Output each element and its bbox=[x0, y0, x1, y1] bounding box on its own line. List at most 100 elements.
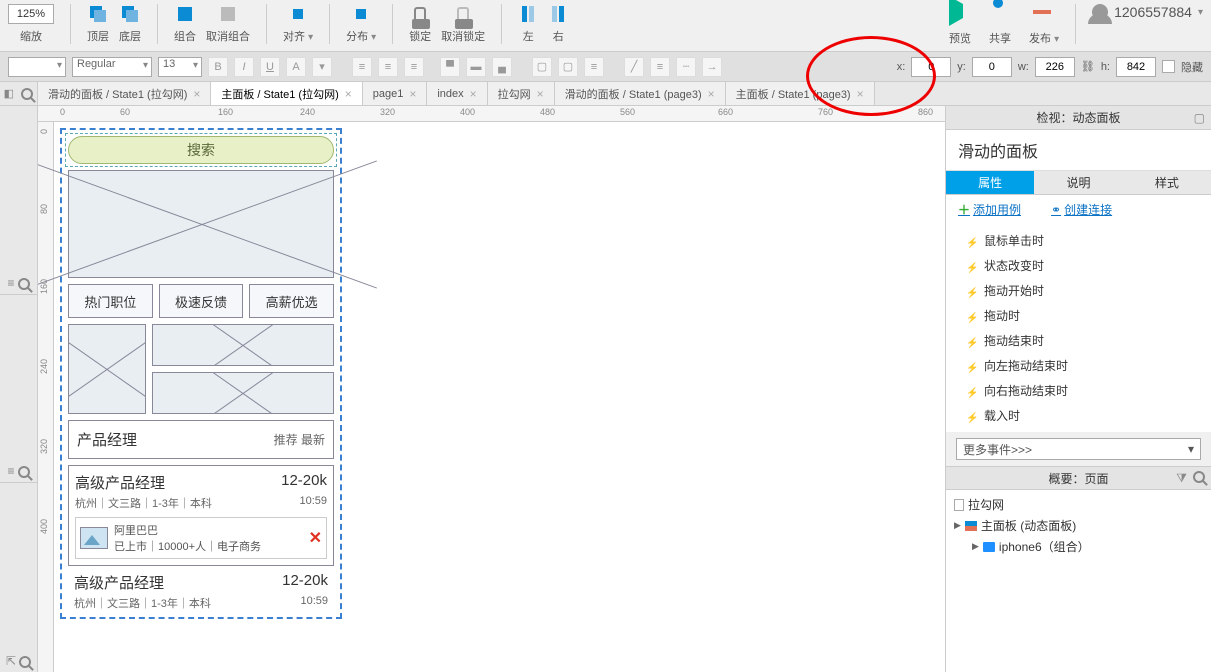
tab-3[interactable]: index× bbox=[427, 82, 487, 105]
tab-properties[interactable]: 属性 bbox=[946, 171, 1034, 195]
tab-4[interactable]: 拉勾网× bbox=[488, 82, 555, 105]
rail-toggle-icon[interactable]: ≡ bbox=[7, 276, 14, 290]
toggle-panel-icon[interactable]: ◧ bbox=[4, 87, 14, 100]
style-select[interactable] bbox=[8, 57, 66, 77]
close-icon[interactable]: × bbox=[708, 87, 715, 101]
unlock-icon[interactable] bbox=[453, 4, 473, 24]
line-w-button[interactable]: ≡ bbox=[650, 57, 670, 77]
italic-button[interactable]: I bbox=[234, 57, 254, 77]
tree-row[interactable]: 拉勾网 bbox=[954, 494, 1203, 515]
close-icon[interactable]: × bbox=[409, 87, 416, 101]
event-item[interactable]: 向左拖动结束时 bbox=[946, 353, 1211, 378]
image-placeholder[interactable] bbox=[68, 324, 146, 414]
y-input[interactable] bbox=[972, 57, 1012, 77]
section-header[interactable]: 产品经理 推荐 最新 bbox=[68, 420, 334, 459]
search-icon[interactable] bbox=[1193, 471, 1205, 483]
border-w-button[interactable]: ≡ bbox=[584, 57, 604, 77]
tree-row[interactable]: ▶主面板 (动态面板) bbox=[954, 515, 1203, 536]
arrow-button[interactable]: → bbox=[702, 57, 722, 77]
event-item[interactable]: 拖动开始时 bbox=[946, 278, 1211, 303]
bring-front-icon[interactable] bbox=[88, 4, 108, 24]
fontsize-select[interactable]: 13 bbox=[158, 57, 202, 77]
preview-icon[interactable] bbox=[949, 4, 971, 26]
close-icon[interactable]: × bbox=[193, 87, 200, 101]
align-c-button[interactable]: ≡ bbox=[378, 57, 398, 77]
event-item[interactable]: 鼠标单击时 bbox=[946, 228, 1211, 253]
tab-2[interactable]: page1× bbox=[363, 82, 428, 105]
event-item[interactable]: 拖动结束时 bbox=[946, 328, 1211, 353]
event-item[interactable]: 载入时 bbox=[946, 403, 1211, 428]
tab-button[interactable]: 热门职位 bbox=[68, 284, 153, 318]
close-icon[interactable]: × bbox=[537, 87, 544, 101]
share-icon[interactable] bbox=[989, 4, 1011, 26]
search-icon[interactable] bbox=[18, 278, 30, 290]
hidden-checkbox[interactable] bbox=[1162, 60, 1175, 73]
tab-5[interactable]: 滑动的面板 / State1 (page3)× bbox=[555, 82, 726, 105]
search-icon[interactable] bbox=[19, 656, 31, 668]
line-color-button[interactable]: ╱ bbox=[624, 57, 644, 77]
rail-toggle-icon[interactable]: ⇱ bbox=[6, 654, 16, 668]
zoom-input[interactable]: 125% bbox=[8, 4, 54, 24]
tab-6[interactable]: 主面板 / State1 (page3)× bbox=[726, 82, 875, 105]
x-input[interactable] bbox=[911, 57, 951, 77]
close-icon[interactable]: × bbox=[857, 87, 864, 101]
event-item[interactable]: 向右拖动结束时 bbox=[946, 378, 1211, 403]
border-button[interactable]: ▢ bbox=[558, 57, 578, 77]
rail-toggle-icon[interactable]: ≡ bbox=[7, 464, 14, 478]
align-left-icon[interactable] bbox=[518, 4, 538, 24]
valign-t-button[interactable]: ▀ bbox=[440, 57, 460, 77]
valign-b-button[interactable]: ▄ bbox=[492, 57, 512, 77]
search-field[interactable]: 搜索 bbox=[68, 136, 334, 164]
underline-button[interactable]: U bbox=[260, 57, 280, 77]
more-events-select[interactable]: 更多事件>>>▾ bbox=[956, 438, 1201, 460]
user-name[interactable]: 1206557884 bbox=[1114, 4, 1192, 20]
tab-style[interactable]: 样式 bbox=[1123, 171, 1211, 195]
image-placeholder[interactable] bbox=[68, 170, 334, 278]
more-text-button[interactable]: ▾ bbox=[312, 57, 332, 77]
expand-icon[interactable]: ▢ bbox=[1194, 111, 1205, 125]
tab-0[interactable]: 滑动的面板 / State1 (拉勾网)× bbox=[38, 82, 211, 105]
event-item[interactable]: 状态改变时 bbox=[946, 253, 1211, 278]
widget-name[interactable]: 滑动的面板 bbox=[946, 130, 1211, 171]
image-placeholder[interactable] bbox=[152, 324, 334, 366]
align-r-button[interactable]: ≡ bbox=[404, 57, 424, 77]
w-input[interactable] bbox=[1035, 57, 1075, 77]
tab-button[interactable]: 高薪优选 bbox=[249, 284, 334, 318]
group-icon[interactable] bbox=[175, 4, 195, 24]
fill-button[interactable]: ▢ bbox=[532, 57, 552, 77]
chevron-right-icon[interactable]: ▶ bbox=[972, 541, 979, 552]
event-item[interactable]: 拖动时 bbox=[946, 303, 1211, 328]
chevron-right-icon[interactable]: ▶ bbox=[954, 520, 961, 531]
line-style-button[interactable]: ┄ bbox=[676, 57, 696, 77]
font-select[interactable]: Regular bbox=[72, 57, 152, 77]
job-card[interactable]: 高级产品经理12-20k 杭州｜文三路｜1-3年｜本科10:59 bbox=[68, 572, 334, 611]
align-icon[interactable] bbox=[288, 4, 308, 24]
image-placeholder[interactable] bbox=[152, 372, 334, 414]
tree-row[interactable]: ▶iphone6（组合） bbox=[954, 536, 1203, 557]
distribute-icon[interactable] bbox=[351, 4, 371, 24]
search-icon[interactable] bbox=[18, 466, 30, 478]
align-right-icon[interactable] bbox=[548, 4, 568, 24]
create-link-link[interactable]: ⚭创建连接 bbox=[1051, 201, 1112, 218]
lock-icon[interactable] bbox=[410, 4, 430, 24]
send-back-icon[interactable] bbox=[120, 4, 140, 24]
lock-wh-icon[interactable]: ⛓ bbox=[1081, 60, 1095, 73]
filter-icon[interactable]: ⧩ bbox=[1176, 471, 1187, 486]
search-icon[interactable] bbox=[21, 88, 33, 100]
ungroup-icon[interactable] bbox=[218, 4, 238, 24]
job-card[interactable]: 高级产品经理12-20k 杭州｜文三路｜1-3年｜本科10:59 阿里巴巴已上市… bbox=[68, 465, 334, 566]
bold-button[interactable]: B bbox=[208, 57, 228, 77]
user-dropdown-icon[interactable]: ▾ bbox=[1198, 7, 1203, 18]
text-color-button[interactable]: A bbox=[286, 57, 306, 77]
publish-icon[interactable] bbox=[1033, 4, 1055, 26]
tab-button[interactable]: 极速反馈 bbox=[159, 284, 244, 318]
tab-notes[interactable]: 说明 bbox=[1034, 171, 1122, 195]
align-l-button[interactable]: ≡ bbox=[352, 57, 372, 77]
close-icon[interactable]: × bbox=[470, 87, 477, 101]
close-icon[interactable]: ✕ bbox=[309, 528, 322, 548]
close-icon[interactable]: × bbox=[345, 87, 352, 101]
tab-1[interactable]: 主面板 / State1 (拉勾网)× bbox=[211, 82, 362, 105]
add-case-link[interactable]: ＋添加用例 bbox=[958, 201, 1021, 218]
wireframe-phone[interactable]: 搜索 热门职位 极速反馈 高薪优选 产品经理 推荐 最新 bbox=[60, 128, 342, 619]
valign-m-button[interactable]: ▬ bbox=[466, 57, 486, 77]
